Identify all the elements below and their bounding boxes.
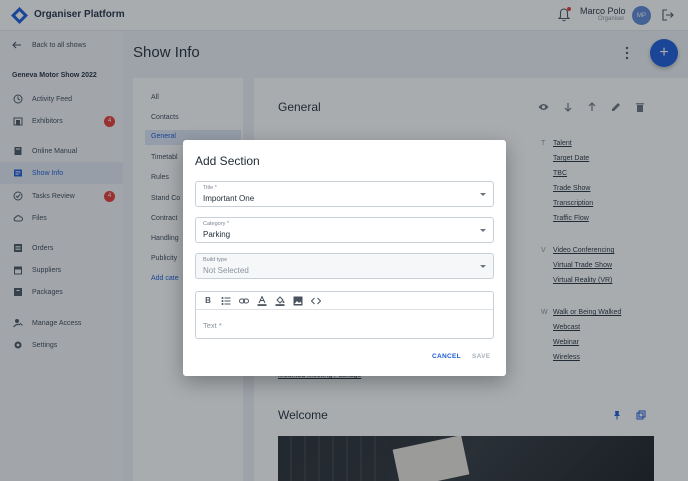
bullet-list-icon[interactable] (221, 296, 231, 306)
image-icon[interactable] (293, 296, 303, 306)
save-button[interactable]: SAVE (472, 353, 490, 360)
editor-text-placeholder[interactable]: Text * (203, 321, 222, 330)
build-type-select[interactable]: Build type Not Selected (195, 253, 494, 279)
bold-icon[interactable]: B (203, 296, 213, 306)
text-color-icon[interactable] (257, 295, 267, 306)
cancel-button[interactable]: CANCEL (432, 353, 461, 360)
code-icon[interactable] (311, 296, 321, 306)
title-select[interactable]: Title * Important One (195, 181, 494, 207)
category-select[interactable]: Category * Parking (195, 217, 494, 243)
build-type-field-value: Not Selected (203, 266, 249, 275)
title-field-value: Important One (203, 194, 255, 203)
category-field-label: Category * (203, 221, 229, 227)
link-icon[interactable] (239, 296, 249, 306)
fill-color-icon[interactable] (275, 295, 285, 306)
chevron-down-icon (480, 193, 486, 196)
editor-toolbar: B (196, 292, 493, 310)
category-field-value: Parking (203, 230, 231, 239)
add-section-dialog: Add Section Title * Important One Catego… (183, 140, 506, 376)
dialog-title: Add Section (195, 154, 260, 168)
build-type-field-label: Build type (203, 257, 228, 263)
rich-text-editor: B Text * (195, 291, 494, 339)
title-field-label: Title * (203, 185, 217, 191)
chevron-down-icon (480, 265, 486, 268)
chevron-down-icon (480, 229, 486, 232)
